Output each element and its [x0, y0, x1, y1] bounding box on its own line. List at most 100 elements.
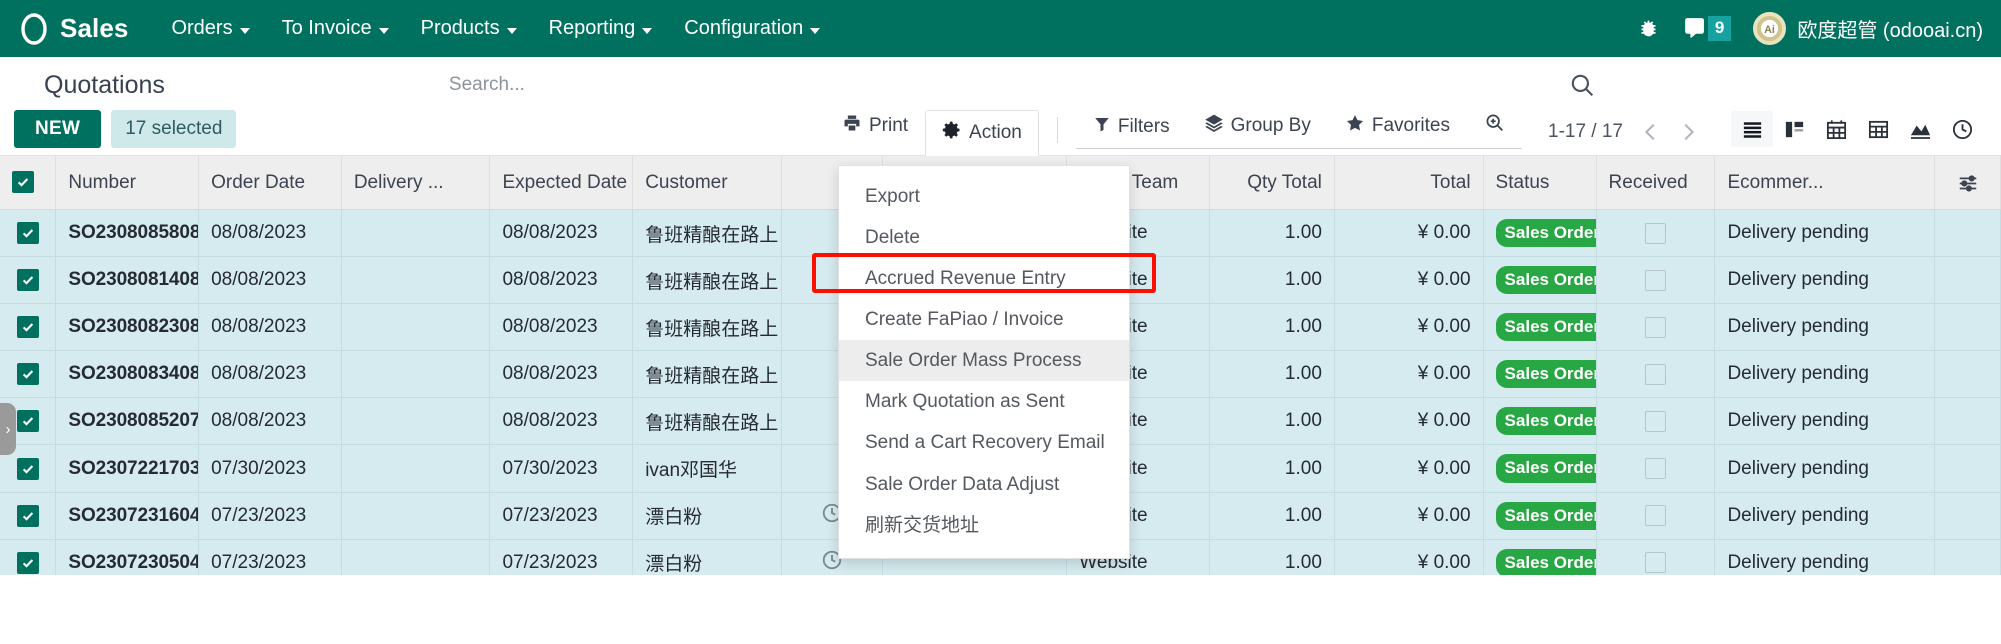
side-panel-toggle[interactable]: › [0, 403, 16, 455]
row-select-cell[interactable] [0, 256, 57, 305]
menu-item-products[interactable]: Products [408, 9, 530, 48]
received-checkbox[interactable] [1644, 505, 1666, 527]
action-menu-item-8[interactable]: 刷新交货地址 [839, 505, 1129, 546]
cell-qty-total: 1.00 [1209, 350, 1335, 399]
column-header-expected-date[interactable]: Expected Date [489, 155, 634, 210]
column-settings-icon[interactable] [1947, 172, 1988, 194]
row-checkbox[interactable] [16, 410, 39, 433]
action-menu-item-6[interactable]: Send a Cart Recovery Email [839, 422, 1129, 463]
row-checkbox[interactable] [16, 316, 39, 339]
cell-received[interactable] [1596, 492, 1716, 540]
view-switcher-list[interactable] [1731, 111, 1773, 147]
cell-received[interactable] [1596, 350, 1716, 399]
received-checkbox[interactable] [1644, 316, 1666, 338]
select-all-checkbox[interactable] [12, 171, 34, 194]
cell-number: SO23072305041 [55, 539, 200, 575]
column-header-delivery[interactable]: Delivery ... [341, 155, 491, 210]
row-select-cell[interactable] [0, 539, 57, 575]
view-switcher-calendar[interactable] [1815, 111, 1857, 147]
cell-customer: 鲁班精酿在路上 [632, 397, 782, 446]
column-header-number[interactable]: Number [55, 155, 200, 210]
cell-received[interactable] [1596, 256, 1716, 305]
action-menu-item-1[interactable]: Delete [839, 217, 1129, 258]
action-menu-item-0[interactable]: Export [839, 176, 1129, 217]
search-input[interactable] [444, 72, 1559, 98]
menu-item-orders-label: Orders [171, 17, 233, 39]
menu-item-reporting[interactable]: Reporting [536, 9, 666, 48]
bug-icon[interactable] [1638, 18, 1659, 39]
app-name[interactable]: Sales [60, 13, 128, 44]
action-menu-item-5[interactable]: Mark Quotation as Sent [839, 381, 1129, 422]
cell-received[interactable] [1596, 397, 1716, 446]
action-menu-item-4[interactable]: Sale Order Mass Process [839, 340, 1129, 382]
action-menu-item-2[interactable]: Accrued Revenue Entry [839, 258, 1129, 299]
view-switcher-pivot[interactable] [1857, 111, 1899, 147]
received-checkbox[interactable] [1644, 363, 1666, 385]
cell-received[interactable] [1596, 444, 1716, 493]
column-header-qty-total[interactable]: Qty Total [1209, 155, 1335, 210]
cell-ecommerce: Delivery pending [1714, 444, 1936, 493]
row-checkbox[interactable] [16, 551, 39, 574]
column-header-customer[interactable]: Customer [632, 155, 782, 210]
view-switcher-graph[interactable] [1899, 111, 1941, 147]
cell-customer: 漂白粉 [632, 539, 782, 575]
menu-item-orders[interactable]: Orders [158, 9, 262, 48]
column-header-order-date[interactable]: Order Date [198, 155, 342, 210]
row-checkbox[interactable] [16, 222, 39, 245]
received-checkbox[interactable] [1644, 458, 1666, 479]
print-button[interactable]: Print [825, 103, 925, 149]
gear-icon [942, 120, 962, 146]
cell-spacer [1934, 444, 2001, 493]
row-checkbox[interactable] [16, 269, 39, 292]
favorites-button[interactable]: Favorites [1328, 103, 1467, 148]
cell-status: Sales Order [1483, 303, 1597, 352]
row-select-cell[interactable] [0, 209, 57, 258]
action-button[interactable]: Action [925, 110, 1039, 156]
action-menu-item-7[interactable]: Sale Order Data Adjust [839, 464, 1129, 505]
cell-spacer [1934, 350, 2001, 399]
column-header-total[interactable]: Total [1334, 155, 1484, 210]
new-button[interactable]: NEW [14, 110, 102, 148]
received-checkbox[interactable] [1644, 222, 1666, 244]
chevron-down-icon [378, 27, 389, 34]
select-all-header[interactable] [0, 155, 57, 210]
user-menu[interactable]: Ai 欧度超管 (odooai.cn) [1753, 12, 1983, 45]
cell-order-date: 07/30/2023 [198, 444, 342, 493]
received-checkbox[interactable] [1644, 269, 1666, 291]
row-select-cell[interactable] [0, 350, 57, 399]
received-checkbox[interactable] [1644, 552, 1666, 574]
column-header-ecommerce[interactable]: Ecommer... [1714, 155, 1936, 210]
pager-previous-button[interactable] [1634, 121, 1668, 143]
action-menu-item-3[interactable]: Create FaPiao / Invoice [839, 299, 1129, 340]
toggle-search-panel-button[interactable] [1467, 102, 1522, 148]
menu-item-to-invoice[interactable]: To Invoice [269, 9, 402, 48]
chevron-right-icon: › [5, 420, 11, 438]
row-checkbox[interactable] [16, 457, 39, 480]
row-select-cell[interactable] [0, 492, 57, 540]
cell-order-date: 07/23/2023 [198, 539, 342, 575]
cell-order-date: 08/08/2023 [198, 350, 342, 399]
optional-columns-header[interactable] [1934, 155, 2001, 210]
group-by-button[interactable]: Group By [1187, 103, 1328, 148]
search-bar[interactable] [444, 72, 1595, 98]
row-select-cell[interactable] [0, 303, 57, 352]
received-checkbox[interactable] [1644, 410, 1666, 432]
cell-received[interactable] [1596, 539, 1716, 575]
search-icon[interactable] [1559, 72, 1595, 98]
odoo-logo-icon[interactable] [14, 9, 54, 49]
chevron-down-icon [239, 27, 250, 34]
row-checkbox[interactable] [16, 363, 39, 386]
view-switcher-activity[interactable] [1941, 111, 1983, 147]
cell-received[interactable] [1596, 303, 1716, 352]
messages-button[interactable]: 9 [1681, 16, 1732, 41]
filters-button[interactable]: Filters [1076, 105, 1187, 148]
cell-received[interactable] [1596, 209, 1716, 258]
cell-status: Sales Order [1483, 397, 1597, 446]
selected-count-chip[interactable]: 17 selected [111, 110, 237, 148]
column-header-received[interactable]: Received [1596, 155, 1716, 210]
column-header-status[interactable]: Status [1483, 155, 1597, 210]
row-checkbox[interactable] [16, 504, 39, 527]
pager-next-button[interactable] [1671, 121, 1705, 143]
menu-item-configuration[interactable]: Configuration [671, 9, 833, 48]
view-switcher-kanban[interactable] [1773, 111, 1815, 147]
